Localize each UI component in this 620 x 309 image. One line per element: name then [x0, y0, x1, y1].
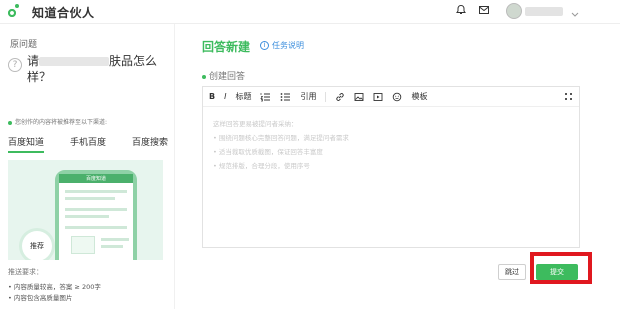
task-link-label: 任务说明: [272, 41, 304, 50]
phone-line: [65, 208, 127, 211]
phone-line: [65, 190, 127, 193]
link-icon[interactable]: [335, 92, 345, 102]
fullscreen-icon[interactable]: [564, 92, 573, 103]
ordered-list-icon[interactable]: [260, 92, 271, 102]
tab-mobile-baidu[interactable]: 手机百度: [70, 135, 106, 153]
phone-line: [65, 226, 127, 229]
bold-button[interactable]: B: [209, 92, 215, 101]
task-description-link[interactable]: i 任务说明: [260, 40, 304, 51]
question-title: 请肤品怎么样？: [27, 53, 169, 85]
answer-editor[interactable]: B I 标题 引用 模板 这样回答更易被提问者采纳： • 围绕问题核心完整回答问…: [202, 86, 580, 248]
emoji-icon[interactable]: [392, 92, 402, 102]
channel-preview-illustration: 百度知道 推荐: [8, 160, 163, 260]
unordered-list-icon[interactable]: [280, 92, 291, 102]
placeholder-line: • 适当裁取优质截图，保证回答丰富度: [213, 148, 323, 156]
requirements-list: • 内容质量较高，答案 ≥ 200字 • 内容包含高质量图片: [8, 282, 101, 304]
placeholder-line: • 规范排版，合理分段，使用序号: [213, 162, 310, 170]
recommend-badge: 推荐: [22, 231, 52, 260]
create-answer-text: 创建回答: [209, 72, 246, 82]
info-icon: i: [260, 41, 269, 50]
create-answer-label: 创建回答: [202, 69, 245, 82]
phone-header: 百度知道: [59, 174, 133, 183]
phone-mockup: 百度知道: [55, 170, 137, 260]
answer-panel: 回答新建 i 任务说明 创建回答 B I 标题 引用 模板 这样回答更易被提问者…: [190, 24, 620, 309]
question-label: 原问题: [10, 40, 38, 50]
bullet-dot-icon: [8, 120, 12, 125]
phone-line: [65, 197, 115, 200]
top-bar: 知道合伙人: [0, 0, 620, 24]
bullet-dot-icon: [202, 74, 206, 79]
image-icon[interactable]: [354, 92, 364, 102]
phone-image-placeholder: [71, 236, 95, 254]
video-icon[interactable]: [373, 92, 383, 102]
requirement-item: • 内容包含高质量图片: [8, 294, 73, 302]
question-title-redacted: [39, 57, 110, 66]
phone-line: [101, 245, 123, 248]
requirements-title: 推送要求：: [8, 268, 43, 276]
page-title: 回答新建: [202, 40, 251, 54]
chevron-down-icon[interactable]: [570, 4, 580, 23]
skip-button[interactable]: 跳过: [498, 264, 526, 280]
template-button[interactable]: 模板: [411, 91, 427, 102]
bell-icon[interactable]: [455, 4, 467, 16]
phone-title: 百度知道: [85, 176, 106, 182]
italic-button[interactable]: I: [224, 92, 226, 101]
editor-toolbar: B I 标题 引用 模板: [203, 87, 579, 107]
placeholder-line: • 围绕问题核心完整回答问题，满足提问者需求: [213, 134, 349, 142]
heading-button[interactable]: 标题: [235, 91, 251, 102]
brand-logo-icon: [8, 4, 28, 19]
question-sidebar: 原问题 ? 请肤品怎么样？ 您创作的内容将被推荐至以下渠道: 百度知道 手机百度…: [0, 24, 175, 309]
phone-line: [65, 215, 109, 218]
submit-button[interactable]: 提交: [536, 264, 578, 280]
placeholder-line: 这样回答更易被提问者采纳：: [213, 120, 298, 128]
phone-line: [101, 238, 129, 241]
toolbar-divider: [325, 91, 327, 102]
question-icon: ?: [8, 58, 22, 72]
brand-logo[interactable]: 知道合伙人: [8, 3, 95, 21]
promotion-note-text: 您创作的内容将被推荐至以下渠道:: [15, 119, 108, 126]
tab-baidu-search[interactable]: 百度搜索: [132, 135, 168, 153]
username-redacted[interactable]: [525, 7, 563, 16]
question-title-start: 请: [27, 54, 40, 68]
promotion-note: 您创作的内容将被推荐至以下渠道:: [8, 117, 107, 126]
channel-tabs: 百度知道 手机百度 百度搜索: [8, 135, 168, 153]
requirement-item: • 内容质量较高，答案 ≥ 200字: [8, 283, 101, 291]
quote-button[interactable]: 引用: [300, 91, 316, 102]
brand-name: 知道合伙人: [32, 5, 95, 20]
avatar[interactable]: [506, 3, 522, 19]
editor-placeholder: 这样回答更易被提问者采纳： • 围绕问题核心完整回答问题，满足提问者需求 • 适…: [213, 117, 349, 173]
mail-icon[interactable]: [478, 4, 490, 16]
tab-baidu-zhidao[interactable]: 百度知道: [8, 135, 45, 153]
